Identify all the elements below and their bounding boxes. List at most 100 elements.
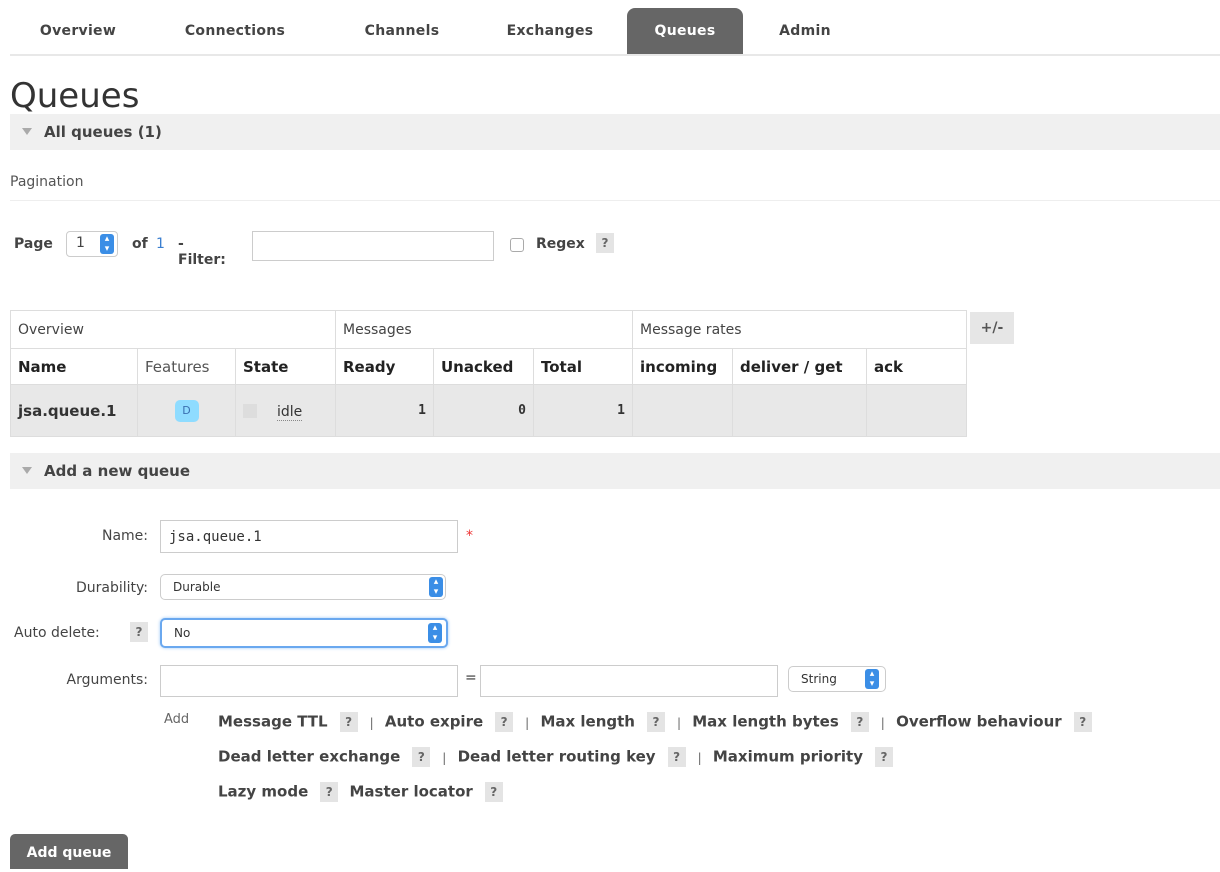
collapse-triangle-icon <box>22 467 32 474</box>
tab-admin[interactable]: Admin <box>755 8 855 54</box>
argument-key-input[interactable] <box>160 665 458 697</box>
group-message-rates: Message rates <box>632 310 967 349</box>
unacked-cell: 0 <box>433 384 534 437</box>
page-select[interactable]: 1 ▴ ▾ <box>66 231 118 257</box>
auto-delete-label: Auto delete: <box>14 625 100 641</box>
select-stepper-icon: ▴ ▾ <box>865 669 879 689</box>
select-stepper-icon: ▴ ▾ <box>429 577 443 597</box>
add-queue-section-label: Add a new queue <box>44 462 191 480</box>
auto-delete-select[interactable]: No ▴ ▾ <box>160 618 448 648</box>
regex-checkbox[interactable] <box>510 238 524 252</box>
ready-cell: 1 <box>335 384 434 437</box>
tab-overview[interactable]: Overview <box>10 8 146 54</box>
total-cell: 1 <box>533 384 633 437</box>
lazy-mode-help-icon[interactable]: ? <box>320 782 339 802</box>
arg-auto-expire-link[interactable]: Auto expire <box>385 713 483 731</box>
of-label: of <box>132 236 148 252</box>
durability-value: Durable <box>173 580 221 594</box>
tab-connections[interactable]: Connections <box>160 8 310 54</box>
all-queues-toggle[interactable]: All queues (1) <box>10 114 1220 150</box>
ack-cell <box>866 384 967 437</box>
tab-queues[interactable]: Queues <box>627 8 743 54</box>
filter-input[interactable] <box>252 231 494 261</box>
name-label: Name: <box>101 528 148 544</box>
queue-name-input[interactable] <box>160 520 458 553</box>
separator: | <box>697 750 702 765</box>
regex-help-icon[interactable]: ? <box>596 233 614 253</box>
group-overview: Overview <box>10 310 336 349</box>
argument-links-row-3: Lazy mode? Master locator? <box>218 782 509 802</box>
col-ready[interactable]: Ready <box>335 348 434 385</box>
arg-master-locator-link[interactable]: Master locator <box>350 783 473 801</box>
durability-select[interactable]: Durable ▴ ▾ <box>160 574 446 600</box>
equals-sign: = <box>465 670 477 686</box>
max-length-help-icon[interactable]: ? <box>646 712 665 732</box>
separator: | <box>442 750 447 765</box>
top-nav: Overview Connections Channels Exchanges … <box>10 8 1220 56</box>
separator: | <box>880 715 885 730</box>
max-length-bytes-help-icon[interactable]: ? <box>850 712 869 732</box>
state-indicator-icon <box>243 404 257 418</box>
argument-links-row-2: Dead letter exchange? | Dead letter routi… <box>218 747 899 767</box>
regex-label: Regex <box>536 236 585 252</box>
dead-letter-exchange-help-icon[interactable]: ? <box>412 747 431 767</box>
group-messages: Messages <box>335 310 633 349</box>
separator: | <box>525 715 530 730</box>
arg-maximum-priority-link[interactable]: Maximum priority <box>713 748 863 766</box>
col-total[interactable]: Total <box>533 348 633 385</box>
add-queue-button[interactable]: Add queue <box>10 834 128 869</box>
state-cell: idle <box>235 384 336 437</box>
durability-label: Durability: <box>75 580 148 596</box>
incoming-cell <box>632 384 733 437</box>
argument-links-row-1: Message TTL? | Auto expire? | Max length? |… <box>218 712 1098 732</box>
table-group-header: Overview Messages Message rates <box>10 310 967 349</box>
separator: | <box>676 715 682 730</box>
page-label: Page <box>14 236 53 252</box>
argument-type-select[interactable]: String ▴ ▾ <box>788 666 886 692</box>
arg-max-length-bytes-link[interactable]: Max length bytes <box>692 713 839 731</box>
col-unacked[interactable]: Unacked <box>433 348 534 385</box>
add-label: Add <box>164 712 190 727</box>
table-column-header: Name Features State Ready Unacked Total … <box>10 348 967 385</box>
arg-dead-letter-exchange-link[interactable]: Dead letter exchange <box>218 748 400 766</box>
add-queue-toggle[interactable]: Add a new queue <box>10 453 1220 489</box>
argument-value-input[interactable] <box>480 665 778 697</box>
overflow-behaviour-help-icon[interactable]: ? <box>1073 712 1092 732</box>
arg-lazy-mode-link[interactable]: Lazy mode <box>218 783 308 801</box>
col-ack[interactable]: ack <box>866 348 967 385</box>
column-toggle-button[interactable]: +/- <box>970 312 1014 344</box>
separator: | <box>369 715 374 730</box>
divider <box>10 200 1220 201</box>
col-state[interactable]: State <box>235 348 336 385</box>
arg-overflow-behaviour-link[interactable]: Overflow behaviour <box>896 713 1062 731</box>
select-stepper-icon: ▴ ▾ <box>100 234 114 254</box>
total-pages-link[interactable]: 1 <box>156 236 165 252</box>
table-row[interactable]: jsa.queue.1 D idle 1 0 1 <box>10 384 967 437</box>
required-mark: * <box>466 528 473 544</box>
queue-name-link[interactable]: jsa.queue.1 <box>10 384 138 437</box>
col-name[interactable]: Name <box>10 348 138 385</box>
tab-exchanges[interactable]: Exchanges <box>480 8 620 54</box>
auto-delete-value: No <box>174 626 191 640</box>
queues-table: Overview Messages Message rates Name Fea… <box>10 310 967 437</box>
pagination-label: Pagination <box>10 174 84 190</box>
arg-message-ttl-link[interactable]: Message TTL <box>218 713 328 731</box>
auto-delete-help-icon[interactable]: ? <box>130 622 148 642</box>
page-title: Queues <box>10 76 140 116</box>
select-stepper-icon: ▴ ▾ <box>428 623 442 643</box>
collapse-triangle-icon <box>22 128 32 135</box>
features-cell: D <box>137 384 236 437</box>
arg-max-length-link[interactable]: Max length <box>540 713 635 731</box>
col-incoming[interactable]: incoming <box>632 348 733 385</box>
col-deliver-get[interactable]: deliver / get <box>732 348 867 385</box>
tab-channels[interactable]: Channels <box>332 8 472 54</box>
maximum-priority-help-icon[interactable]: ? <box>874 747 893 767</box>
message-ttl-help-icon[interactable]: ? <box>339 712 358 732</box>
page-select-value: 1 <box>76 235 85 251</box>
auto-expire-help-icon[interactable]: ? <box>495 712 514 732</box>
dead-letter-routing-key-help-icon[interactable]: ? <box>667 747 686 767</box>
master-locator-help-icon[interactable]: ? <box>484 782 503 802</box>
arguments-label: Arguments: <box>66 672 148 688</box>
arg-dead-letter-routing-key-link[interactable]: Dead letter routing key <box>458 748 656 766</box>
col-features[interactable]: Features <box>137 348 236 385</box>
